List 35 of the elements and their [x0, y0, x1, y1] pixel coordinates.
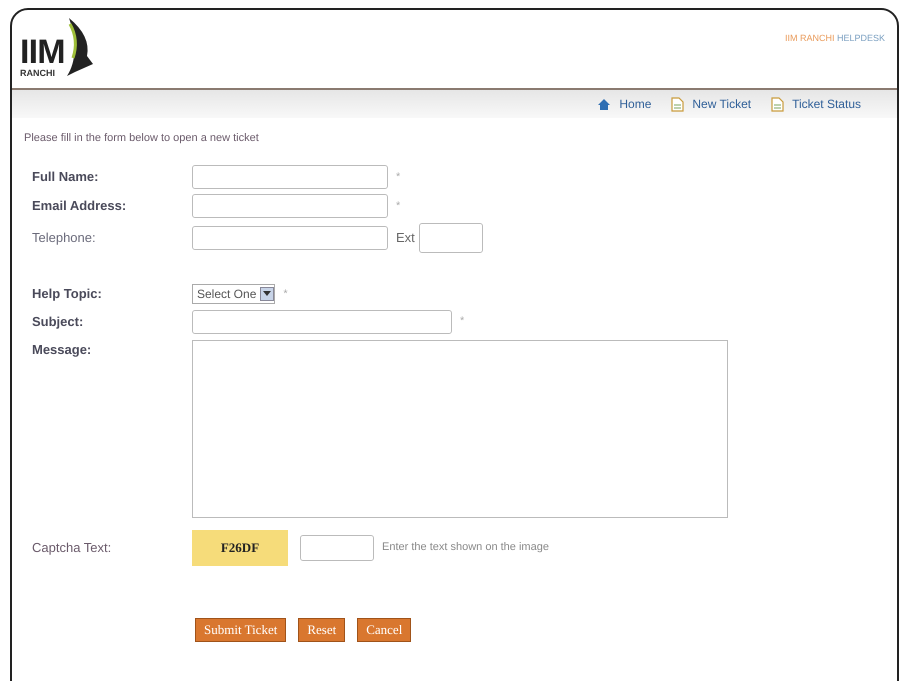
telephone-field[interactable] [192, 226, 388, 250]
help-topic-dropdown[interactable]: Select One [192, 284, 276, 304]
field-label: Subject: [32, 312, 84, 331]
form-button[interactable]: Submit Ticket [195, 618, 286, 642]
field-label: Full Name: [32, 168, 100, 186]
message-field[interactable] [192, 340, 728, 518]
nav-link[interactable]: Ticket Status [792, 95, 861, 113]
captcha-image: F26DF [192, 530, 288, 566]
required-mark: * [283, 286, 288, 302]
captcha-field[interactable] [300, 534, 374, 560]
logo: IIM RANCHI [20, 14, 95, 78]
page-icon [771, 96, 784, 112]
page-icon [671, 96, 684, 112]
field-label: Telephone: [32, 228, 97, 247]
form-button[interactable]: Cancel [357, 618, 412, 642]
required-mark: * [396, 198, 400, 214]
caret-icon [260, 287, 274, 301]
subject-field[interactable] [192, 310, 452, 334]
required-mark: * [460, 314, 464, 330]
site-title: IIM RANCHI HELPDESK [784, 33, 885, 43]
field-label: Email Address: [32, 197, 128, 216]
form-button[interactable]: Reset [298, 618, 346, 642]
required-mark: * [396, 170, 400, 185]
intro-text: Please fill in the form below to open a new ticket [24, 131, 260, 146]
captcha-hint: Enter the text shown on the image [382, 540, 549, 556]
field-label: Message: [32, 340, 92, 359]
ext-label: Ext [396, 228, 415, 247]
text-field[interactable] [192, 194, 388, 218]
field-label: Help Topic: [32, 285, 103, 304]
extension-field[interactable] [418, 222, 483, 252]
field-label: Captcha Text: [32, 538, 112, 557]
nav-link[interactable]: Home [619, 95, 652, 113]
nav-link[interactable]: New Ticket [692, 95, 752, 113]
text-field[interactable] [192, 165, 388, 189]
home-icon [597, 98, 612, 110]
